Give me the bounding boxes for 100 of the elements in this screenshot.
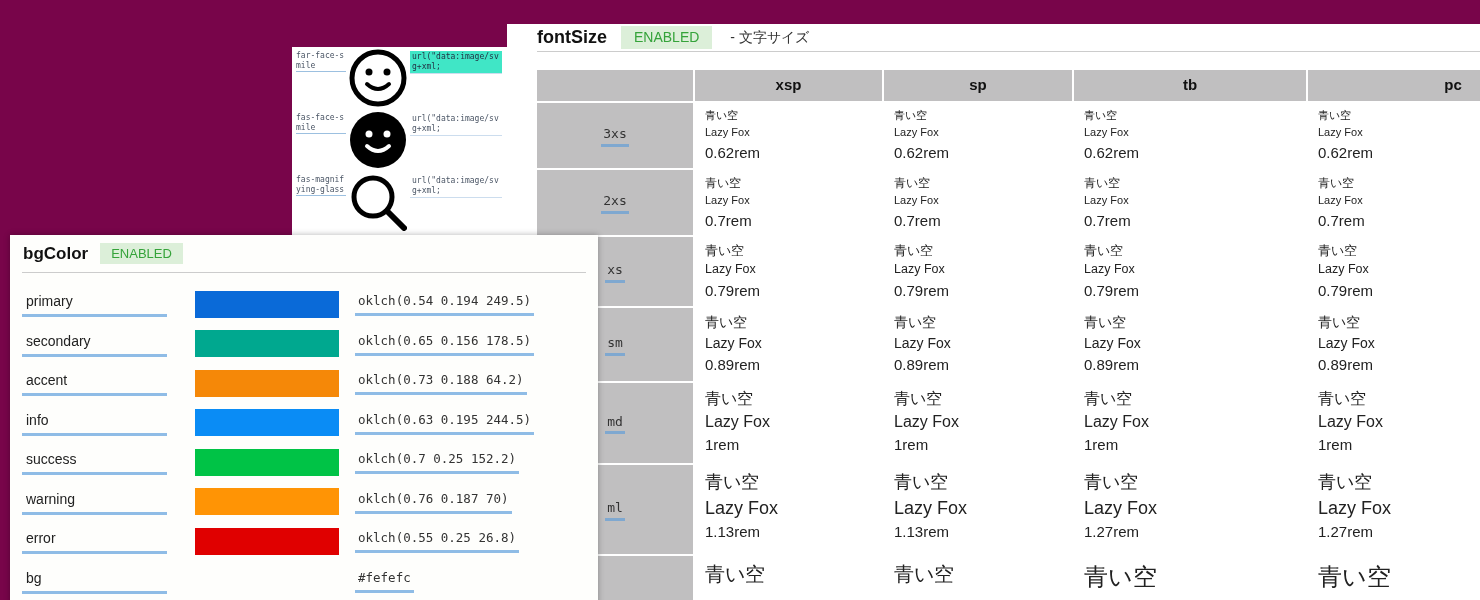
color-name: accent: [22, 370, 167, 397]
japanese-sample: 青い空: [1318, 389, 1367, 409]
english-sample: Lazy Fox: [1084, 412, 1150, 432]
english-sample: Lazy Fox: [1084, 194, 1130, 208]
column-header: sp: [884, 70, 1072, 101]
color-value: oklch(0.63 0.195 244.5): [355, 410, 535, 435]
size-value: 0.7rem: [705, 211, 753, 231]
english-sample: Lazy Fox: [1318, 194, 1364, 208]
japanese-sample: 青い空: [1084, 243, 1124, 260]
english-sample: Lazy Fox: [894, 412, 960, 432]
color-value: oklch(0.73 0.188 64.2): [355, 371, 527, 396]
english-sample: Lazy Fox: [1084, 262, 1136, 278]
color-name: secondary: [22, 330, 167, 357]
japanese-sample: 青い空: [705, 176, 742, 191]
column-header: tb: [1074, 70, 1306, 101]
japanese-sample: 青い空: [1084, 314, 1127, 332]
english-sample: Lazy Fox: [1084, 496, 1159, 519]
english-sample: Lazy Fox: [1318, 334, 1376, 352]
japanese-sample: 青い空: [1084, 562, 1158, 592]
code-snippet: url("data:image/svg+xml;: [410, 175, 502, 198]
icon-name: fas-magnifying-glass: [296, 173, 346, 196]
japanese-sample: 青い空: [894, 314, 937, 332]
japanese-sample: 青い空: [705, 471, 760, 494]
size-value: 0.62rem: [705, 143, 762, 163]
row-label: 3xs: [601, 124, 629, 147]
japanese-sample: 青い空: [894, 471, 949, 494]
japanese-sample: 青い空: [1084, 109, 1118, 123]
english-sample: Lazy Fox: [1318, 262, 1370, 278]
japanese-sample: 青い空: [1318, 176, 1355, 191]
size-value: 0.7rem: [1318, 211, 1366, 231]
size-value: 0.62rem: [1318, 143, 1375, 163]
size-value: 1rem: [1318, 436, 1354, 455]
icon-name: fas-face-smile: [296, 111, 346, 134]
japanese-sample: 青い空: [705, 389, 754, 409]
color-name: bg: [22, 567, 167, 594]
color-name: warning: [22, 488, 167, 515]
color-name: info: [22, 409, 167, 436]
icon-name: far-face-smile: [296, 49, 346, 72]
size-value: 1.27rem: [1084, 523, 1141, 542]
english-sample: Lazy Fox: [705, 125, 751, 140]
english-sample: Lazy Fox: [705, 412, 771, 432]
english-sample: Lazy Fox: [894, 496, 969, 519]
status-badge: ENABLED: [621, 26, 713, 49]
smiley-face-icon: [349, 111, 407, 169]
size-value: 0.62rem: [1084, 143, 1141, 163]
english-sample: Lazy Fox: [1084, 334, 1142, 352]
japanese-sample: 青い空: [1084, 176, 1121, 191]
japanese-sample: 青い空: [894, 562, 955, 587]
size-value: 0.79rem: [705, 281, 762, 301]
english-sample: Lazy Fox: [1318, 412, 1384, 432]
japanese-sample: 青い空: [1318, 314, 1361, 332]
row-label: xs: [605, 260, 625, 283]
code-snippet: url("data:image/svg+xml;: [410, 51, 502, 74]
japanese-sample: 青い空: [1084, 389, 1133, 409]
column-header: pc: [1308, 70, 1480, 101]
row-label: 2xs: [601, 191, 629, 214]
size-value: 0.89rem: [1084, 356, 1141, 375]
size-value: 0.79rem: [1084, 281, 1141, 301]
size-value: 1rem: [705, 436, 741, 455]
english-sample: Lazy Fox: [705, 334, 763, 352]
size-value: 0.89rem: [705, 356, 762, 375]
size-value: 0.79rem: [894, 281, 951, 301]
color-name: primary: [22, 291, 167, 318]
size-value: 0.79rem: [1318, 281, 1375, 301]
japanese-sample: 青い空: [705, 562, 766, 587]
japanese-sample: 青い空: [1084, 471, 1139, 494]
english-sample: Lazy Fox: [1318, 496, 1393, 519]
color-name: success: [22, 449, 167, 476]
japanese-sample: 青い空: [894, 389, 943, 409]
japanese-sample: 青い空: [894, 109, 928, 123]
english-sample: Lazy Fox: [894, 194, 940, 208]
japanese-sample: 青い空: [1318, 471, 1373, 494]
size-value: 0.89rem: [1318, 356, 1375, 375]
size-value: 1rem: [894, 436, 930, 455]
english-sample: Lazy Fox: [705, 194, 751, 208]
japanese-sample: 青い空: [705, 243, 745, 260]
size-value: 1rem: [1084, 436, 1120, 455]
english-sample: Lazy Fox: [894, 334, 952, 352]
size-value: 0.89rem: [894, 356, 951, 375]
english-sample: Lazy Fox: [705, 496, 780, 519]
english-sample: Lazy Fox: [1084, 125, 1130, 140]
size-value: 1.13rem: [705, 523, 762, 542]
color-value: #fefefc: [355, 568, 414, 593]
japanese-sample: 青い空: [1318, 243, 1358, 260]
japanese-sample: 青い空: [705, 109, 739, 123]
row-label: sm: [605, 333, 625, 356]
color-value: oklch(0.76 0.187 70): [355, 489, 512, 514]
english-sample: Lazy Fox: [894, 125, 940, 140]
size-value: 0.62rem: [894, 143, 951, 163]
row-label: ml: [605, 498, 625, 521]
japanese-sample: 青い空: [705, 314, 748, 332]
row-label: md: [605, 411, 625, 435]
japanese-sample: 青い空: [894, 243, 934, 260]
size-value: 0.7rem: [1084, 211, 1132, 231]
color-name: error: [22, 528, 167, 555]
english-sample: Lazy Fox: [894, 262, 946, 278]
code-snippet: url("data:image/svg+xml;: [410, 113, 502, 136]
smiley-face-icon: [349, 49, 407, 107]
japanese-sample: 青い空: [1318, 109, 1352, 123]
column-header: xsp: [695, 70, 882, 101]
